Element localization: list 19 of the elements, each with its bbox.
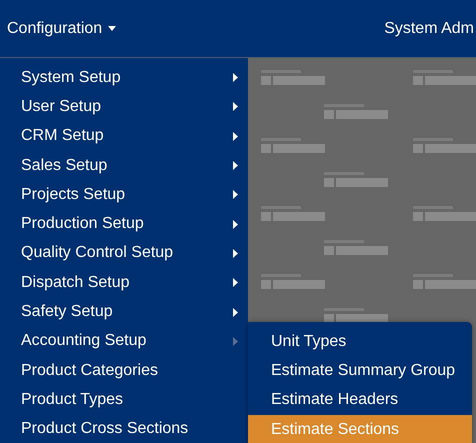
menu-item[interactable]: Dispatch Setup bbox=[0, 268, 248, 298]
configuration-menu[interactable]: Configuration bbox=[0, 8, 116, 48]
menu-item[interactable]: CRM Setup bbox=[0, 122, 248, 151]
menu-item[interactable]: Production Setup bbox=[0, 209, 248, 239]
submenu-item[interactable]: Unit Types bbox=[248, 327, 472, 356]
menu-item[interactable]: Safety Setup bbox=[0, 297, 248, 327]
menu-item[interactable]: User Setup bbox=[0, 92, 248, 122]
menu-item[interactable]: Sales Setup bbox=[0, 150, 248, 180]
menu-item[interactable]: Projects Setup bbox=[0, 180, 248, 210]
menu-item[interactable]: Quality Control Setup bbox=[0, 238, 248, 268]
menu-item[interactable]: Product Categories bbox=[0, 356, 248, 386]
submenu-item[interactable]: Estimate Summary Group bbox=[248, 356, 472, 386]
submenu-item[interactable]: Estimate Headers bbox=[248, 386, 472, 415]
menu-item[interactable]: Product Cross Sections bbox=[0, 414, 248, 443]
caret-down-icon bbox=[108, 26, 116, 31]
menu-item[interactable]: Accounting Setup bbox=[0, 326, 248, 356]
menu-item[interactable]: System Setup bbox=[0, 63, 248, 92]
user-menu[interactable]: System Adm bbox=[384, 8, 474, 48]
menu-item[interactable]: Product Types bbox=[0, 385, 248, 415]
